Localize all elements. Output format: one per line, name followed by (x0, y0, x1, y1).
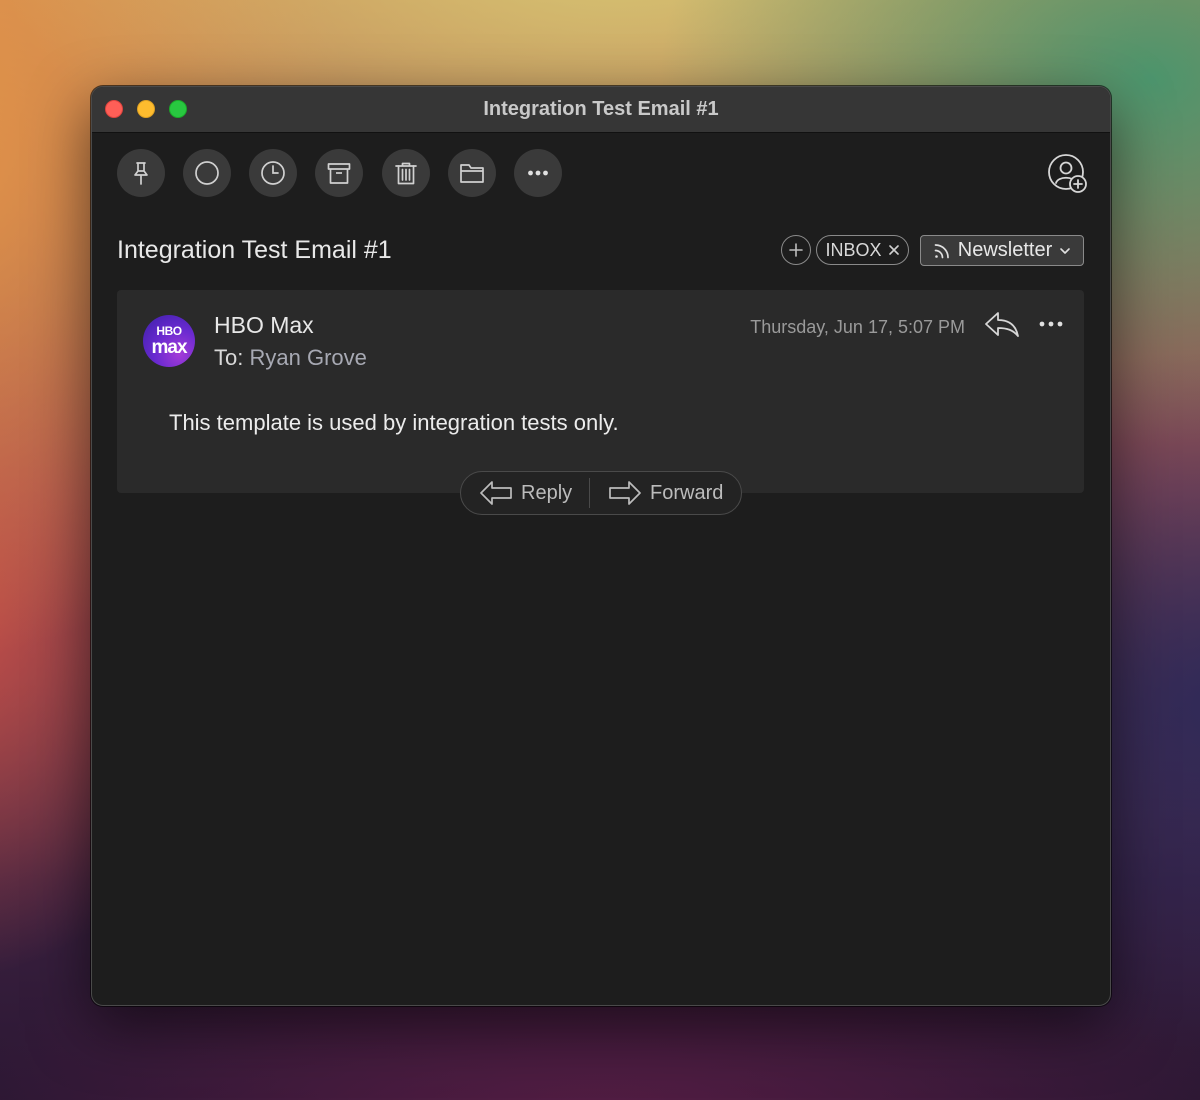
sender-avatar: HBO max (143, 315, 195, 367)
recipient-name[interactable]: Ryan Grove (249, 345, 366, 370)
mark-unread-button[interactable] (183, 149, 231, 197)
add-account-icon (1048, 154, 1087, 193)
reply-arrow-icon (480, 481, 512, 505)
more-icon (528, 170, 548, 176)
pin-button[interactable] (117, 149, 165, 197)
pin-icon (134, 162, 148, 185)
category-dropdown[interactable]: Newsletter (920, 235, 1084, 266)
forward-label: Forward (650, 481, 724, 504)
message-more-icon[interactable] (1037, 312, 1065, 336)
folder-icon (460, 164, 484, 183)
forward-arrow-icon (609, 481, 641, 505)
archive-icon (327, 163, 351, 184)
message-date: Thursday, Jun 17, 5:07 PM (750, 317, 965, 337)
avatar-line-2: max (151, 337, 187, 358)
email-subject: Integration Test Email #1 (117, 236, 392, 264)
delete-button[interactable] (382, 149, 430, 197)
move-to-folder-button[interactable] (448, 149, 496, 197)
chevron-down-icon (1060, 247, 1071, 254)
plus-icon (789, 243, 803, 257)
avatar-line-1: HBO (156, 324, 182, 338)
snooze-button[interactable] (249, 149, 297, 197)
forward-button[interactable]: Forward (608, 472, 723, 514)
reply-forward-bar: Reply Forward (460, 471, 742, 515)
message-body: This template is used by integration tes… (169, 410, 619, 435)
reply-label: Reply (521, 481, 573, 504)
sender-name[interactable]: HBO Max (214, 310, 314, 340)
window-title: Integration Test Email #1 (483, 98, 719, 120)
label-chip-text: INBOX (825, 239, 882, 260)
rss-icon (934, 243, 949, 258)
recipient-line: To: Ryan Grove (214, 343, 367, 373)
more-actions-button[interactable] (514, 149, 562, 197)
add-account-button[interactable] (1047, 153, 1089, 195)
reply-icon[interactable] (983, 309, 1021, 341)
add-label-button[interactable] (781, 235, 811, 265)
title-bar[interactable]: Integration Test Email #1 (92, 87, 1110, 133)
circle-icon (195, 161, 219, 185)
reply-button[interactable]: Reply (479, 472, 572, 514)
label-chip-inbox[interactable]: INBOX (816, 235, 909, 265)
trash-icon (395, 162, 417, 185)
action-divider (589, 478, 590, 508)
mail-window: Integration Test Email #1 Integration Te… (91, 86, 1111, 1006)
category-label: Newsletter (957, 239, 1053, 261)
to-prefix: To: (214, 345, 244, 370)
archive-button[interactable] (315, 149, 363, 197)
message-card: HBO max HBO Max To: Ryan Grove Thursday,… (117, 290, 1084, 493)
close-icon[interactable] (888, 244, 900, 256)
clock-icon (261, 161, 285, 185)
